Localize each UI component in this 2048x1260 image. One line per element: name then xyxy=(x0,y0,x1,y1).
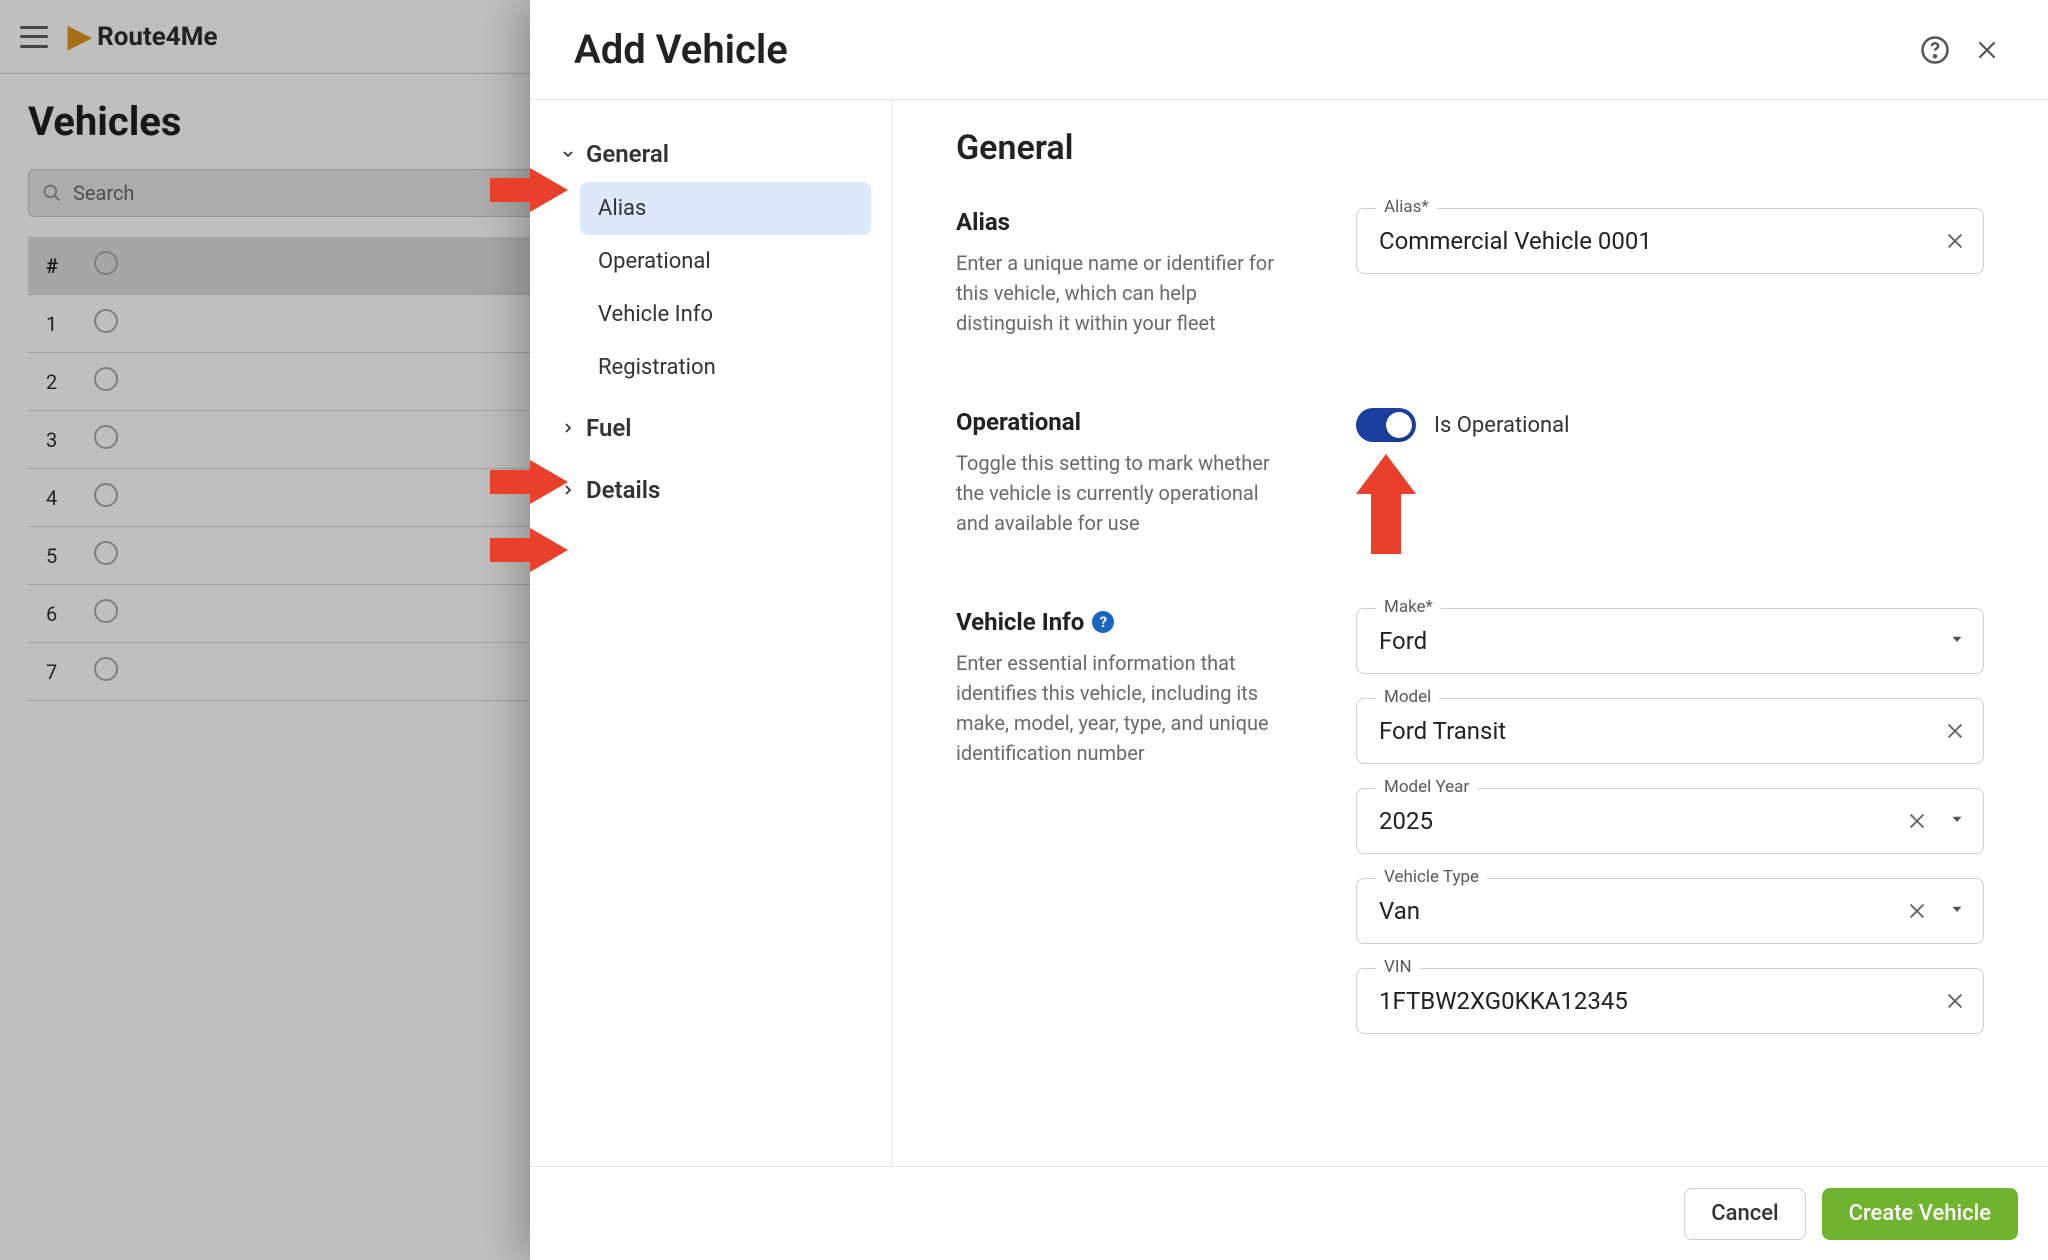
field-row-alias: Alias Enter a unique name or identifier … xyxy=(956,208,1984,338)
panel-title: Add Vehicle xyxy=(574,26,1900,73)
annotation-arrow-toggle xyxy=(1356,454,1416,554)
nav-item-alias[interactable]: Alias xyxy=(580,182,871,235)
panel-footer: Cancel Create Vehicle xyxy=(530,1166,2048,1260)
make-label: Make* xyxy=(1376,597,1441,617)
clear-icon[interactable] xyxy=(1944,990,1966,1012)
vin-input[interactable] xyxy=(1356,968,1984,1034)
year-label: Model Year xyxy=(1376,777,1477,797)
make-select[interactable] xyxy=(1356,608,1984,674)
alias-desc: Enter a unique name or identifier for th… xyxy=(956,248,1296,338)
annotation-arrow-general xyxy=(490,168,568,212)
nav-label-general: General xyxy=(586,140,669,168)
alias-title: Alias xyxy=(956,208,1296,236)
alias-input[interactable] xyxy=(1356,208,1984,274)
chevron-right-icon xyxy=(560,420,576,436)
clear-icon[interactable] xyxy=(1906,810,1928,832)
annotation-arrow-details xyxy=(490,528,568,572)
create-vehicle-button[interactable]: Create Vehicle xyxy=(1822,1188,2018,1240)
vehicle-info-title-text: Vehicle Info xyxy=(956,608,1084,636)
clear-icon[interactable] xyxy=(1944,230,1966,252)
chevron-down-icon xyxy=(560,146,576,162)
model-input[interactable] xyxy=(1356,698,1984,764)
panel-header: Add Vehicle xyxy=(530,0,2048,100)
help-icon[interactable] xyxy=(1918,33,1952,67)
operational-toggle-label: Is Operational xyxy=(1434,413,1570,438)
operational-desc: Toggle this setting to mark whether the … xyxy=(956,448,1296,538)
operational-toggle[interactable] xyxy=(1356,408,1416,442)
section-heading: General xyxy=(956,128,1984,168)
type-select[interactable] xyxy=(1356,878,1984,944)
content-area: General Alias Enter a unique name or ide… xyxy=(892,100,2048,1166)
field-row-vehicle-info: Vehicle Info ? Enter essential informati… xyxy=(956,608,1984,1034)
vehicle-info-title: Vehicle Info ? xyxy=(956,608,1296,636)
year-select[interactable] xyxy=(1356,788,1984,854)
cancel-button[interactable]: Cancel xyxy=(1684,1188,1805,1240)
nav-item-vehicle-info[interactable]: Vehicle Info xyxy=(580,288,871,341)
type-label: Vehicle Type xyxy=(1376,867,1487,887)
vin-label: VIN xyxy=(1376,957,1420,977)
operational-title: Operational xyxy=(956,408,1296,436)
clear-icon[interactable] xyxy=(1944,720,1966,742)
model-label: Model xyxy=(1376,687,1439,707)
field-row-operational: Operational Toggle this setting to mark … xyxy=(956,408,1984,538)
nav-section-details[interactable]: Details xyxy=(550,462,871,518)
annotation-arrow-fuel xyxy=(490,460,568,504)
nav-item-registration[interactable]: Registration xyxy=(580,341,871,394)
side-nav: General Alias Operational Vehicle Info R… xyxy=(530,100,892,1166)
clear-icon[interactable] xyxy=(1906,900,1928,922)
add-vehicle-panel: Add Vehicle General Alias Operational Ve… xyxy=(530,0,2048,1260)
info-icon[interactable]: ? xyxy=(1092,611,1114,633)
close-icon[interactable] xyxy=(1970,33,2004,67)
nav-item-operational[interactable]: Operational xyxy=(580,235,871,288)
nav-label-fuel: Fuel xyxy=(586,414,631,442)
nav-section-general[interactable]: General xyxy=(550,126,871,182)
vehicle-info-desc: Enter essential information that identif… xyxy=(956,648,1296,768)
nav-label-details: Details xyxy=(586,476,660,504)
alias-label: Alias* xyxy=(1376,197,1437,217)
nav-section-fuel[interactable]: Fuel xyxy=(550,400,871,456)
